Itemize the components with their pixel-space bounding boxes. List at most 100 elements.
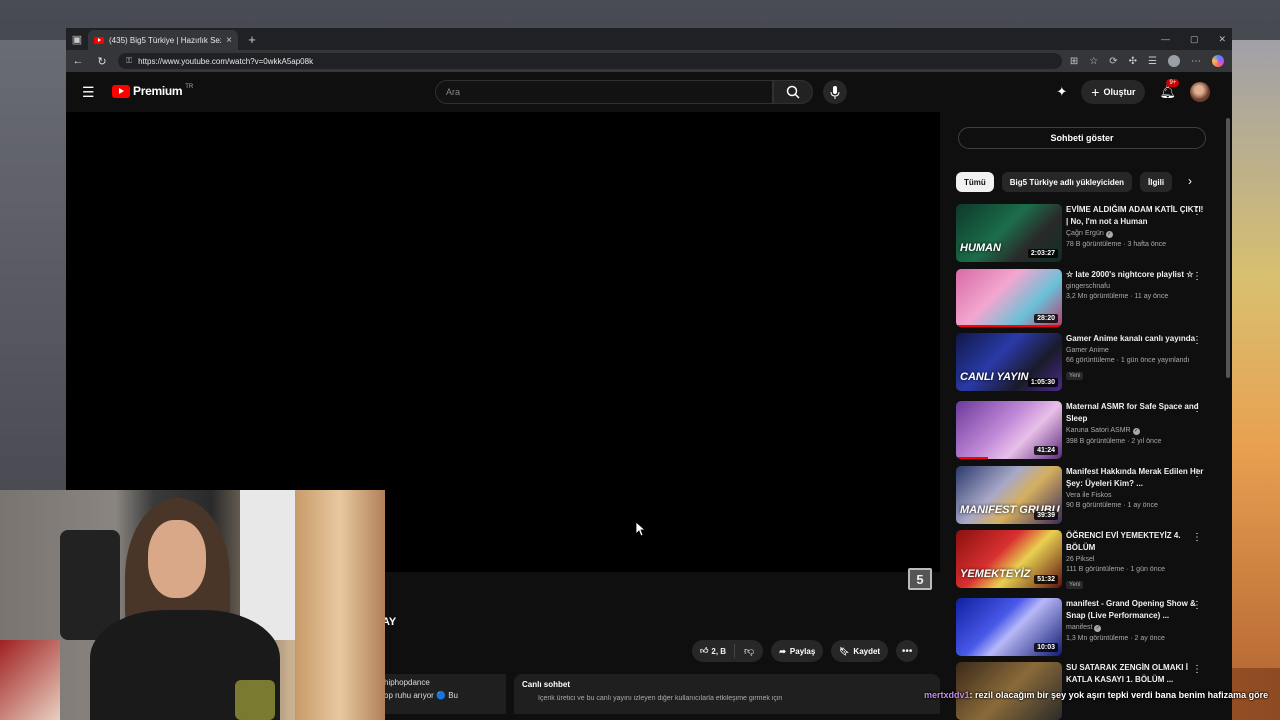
live-chat-panel[interactable]: Canlı sohbet İçerik üretici ve bu canlı … [514, 674, 940, 714]
recommendation-channel[interactable]: Karuna Satori ASMR ✓ [1066, 427, 1204, 435]
recommendation-title[interactable]: ÖĞRENCİ EVİ YEMEKTEYİZ 4. BÖLÜM [1066, 530, 1204, 554]
video-thumbnail[interactable]: HUMAN 2:03:27 [956, 204, 1062, 262]
new-tab-button[interactable]: + [242, 32, 262, 47]
window-controls: — ▢ ✕ [1161, 34, 1232, 45]
thumbnail-text: HUMAN [960, 242, 1001, 254]
more-options-icon[interactable]: ⋮ [1192, 468, 1202, 479]
thumbs-up-icon: 👍︎ [700, 646, 709, 655]
more-options-icon[interactable]: ⋮ [1192, 600, 1202, 611]
recommendation-title[interactable]: Manifest Hakkında Merak Edilen Her Şey: … [1066, 466, 1204, 490]
desktop-left-area [0, 40, 66, 500]
reload-icon[interactable]: ↻ [94, 55, 110, 68]
filter-chips: Tümü Big5 Türkiye adlı yükleyiciden İlgi… [956, 172, 1173, 192]
more-options-icon[interactable]: ⋮ [1192, 664, 1202, 675]
recommendation-info: Gamer Anime kanalı canlı yayında Gamer An… [1066, 333, 1204, 382]
share-button[interactable]: ➦ Paylaş [771, 640, 824, 662]
recommendation-title[interactable]: manifest - Grand Opening Show & Snap (Li… [1066, 598, 1204, 622]
recommendation-meta: 398 B görüntüleme · 2 yıl önce [1066, 438, 1162, 445]
search-button[interactable] [773, 80, 813, 104]
close-window-button[interactable]: ✕ [1218, 34, 1226, 45]
recommendation-title[interactable]: SU SATARAK ZENGİN OLMAKI İ KATLA KASAYI … [1066, 662, 1204, 686]
recommendation-item[interactable]: 41:24 Maternal ASMR for Safe Space and Sl… [956, 401, 1216, 461]
browser-profile-icon[interactable] [1168, 55, 1180, 67]
more-options-icon[interactable]: ⋮ [1192, 532, 1202, 543]
recommendation-item[interactable]: YEMEKTEYİZ 51:32 ÖĞRENCİ EVİ YEMEKTEYİZ 4.… [956, 530, 1216, 590]
recommendation-channel[interactable]: gingerschnafu [1066, 283, 1204, 290]
recommendation-channel[interactable]: Çağrı Ergün ✓ [1066, 230, 1204, 238]
chip-all[interactable]: Tümü [956, 172, 994, 192]
recommendation-item[interactable]: 28:20 ☆ late 2000's nightcore playlist ☆ g… [956, 269, 1216, 329]
video-thumbnail[interactable]: 41:24 [956, 401, 1062, 459]
chevron-right-icon[interactable]: › [1188, 174, 1192, 188]
collections-icon[interactable]: ☰ [1148, 56, 1157, 67]
refresh-extension-icon[interactable]: ⟳ [1109, 56, 1117, 67]
recommendation-item[interactable]: MANIFEST GRUBU 39:39 Manifest Hakkında Mer… [956, 466, 1216, 526]
site-info-icon[interactable]: ⚿ [126, 56, 132, 66]
recommendation-channel[interactable]: 26 Piksel [1066, 556, 1204, 563]
user-avatar[interactable] [1190, 82, 1210, 102]
video-thumbnail[interactable]: MANIFEST GRUBU 39:39 [956, 466, 1062, 524]
back-arrow-icon[interactable]: ← [70, 55, 86, 67]
chip-from-uploader[interactable]: Big5 Türkiye adlı yükleyiciden [1001, 172, 1133, 192]
page-scrollbar[interactable] [1226, 118, 1230, 378]
like-button[interactable]: 👍︎ 2, B [692, 644, 736, 658]
more-options-icon[interactable]: ⋮ [1192, 206, 1202, 217]
channel-name: Gamer Anime [1066, 347, 1109, 354]
create-label: Oluştur [1103, 87, 1136, 97]
tab-active[interactable]: (435) Big5 Türkiye | Hazırlık Sezon × [88, 30, 238, 50]
microphone-icon [830, 85, 840, 99]
recommendation-info: ÖĞRENCİ EVİ YEMEKTEYİZ 4. BÖLÜM 26 Piksel… [1066, 530, 1204, 591]
show-chat-button[interactable]: Sohbeti göster [958, 127, 1206, 149]
recommendation-item[interactable]: HUMAN 2:03:27 EVİME ALDIĞIM ADAM KATİL ÇIK… [956, 204, 1216, 264]
tab-bar: ▣ (435) Big5 Türkiye | Hazırlık Sezon × … [66, 28, 1232, 50]
recommendation-channel[interactable]: manifest ✓ [1066, 624, 1204, 632]
more-options-icon[interactable]: ⋮ [1192, 335, 1202, 346]
favorite-star-icon[interactable]: ☆ [1089, 56, 1098, 67]
url-field[interactable]: ⚿ https://www.youtube.com/watch?v=0wkkA5… [118, 53, 1062, 69]
more-actions-button[interactable]: ••• [896, 640, 919, 662]
video-actions: 👍︎ 2, B 👎︎ ➦ Paylaş 🔖︎ Kaydet ••• [692, 640, 919, 662]
create-button[interactable]: + Oluştur [1081, 80, 1146, 104]
recommendation-item[interactable]: 10:03 manifest - Grand Opening Show & Sna… [956, 598, 1216, 658]
search-input[interactable]: Ara [435, 80, 773, 104]
app-available-icon[interactable]: ⊞ [1070, 56, 1078, 67]
hamburger-menu-icon[interactable]: ☰ [82, 84, 95, 101]
extensions-icon[interactable]: ✣ [1129, 56, 1137, 67]
recommendation-info: manifest - Grand Opening Show & Snap (Li… [1066, 598, 1204, 642]
notifications-bell-icon[interactable]: 🔔︎ 9+ [1159, 79, 1180, 100]
webcam-curtain [295, 490, 385, 720]
description-box[interactable]: hiphopdance op ruhu arıyor 🔵 Bu [366, 674, 506, 714]
recommendation-channel[interactable]: Vera ile Fiskos [1066, 492, 1204, 499]
copilot-icon[interactable] [1212, 55, 1224, 67]
video-thumbnail[interactable]: YEMEKTEYİZ 51:32 [956, 530, 1062, 588]
recommendation-channel[interactable]: Gamer Anime [1066, 347, 1204, 354]
more-options-icon[interactable]: ⋮ [1192, 271, 1202, 282]
duration-badge: 28:20 [1034, 314, 1058, 323]
dislike-button[interactable]: 👎︎ [735, 645, 763, 657]
recommendation-item[interactable]: CANLI YAYIN 1:05:30 Gamer Anime kanalı can… [956, 333, 1216, 393]
logo-text: Premium [133, 84, 183, 98]
video-thumbnail[interactable]: 10:03 [956, 598, 1062, 656]
recommendation-title[interactable]: ☆ late 2000's nightcore playlist ☆ [1066, 269, 1204, 281]
tab-close-icon[interactable]: × [226, 35, 232, 46]
streamer-webcam [0, 490, 385, 720]
chip-related[interactable]: İlgili [1140, 172, 1173, 192]
channel-watermark-icon[interactable]: 5 [908, 568, 932, 590]
maximize-button[interactable]: ▢ [1190, 34, 1199, 45]
minimize-button[interactable]: — [1161, 34, 1170, 45]
save-button[interactable]: 🔖︎ Kaydet [831, 640, 889, 662]
more-dots-icon: ••• [901, 645, 913, 657]
recommendation-title[interactable]: Maternal ASMR for Safe Space and Sleep [1066, 401, 1204, 425]
like-count: 2, B [711, 646, 727, 656]
live-chat-title: Canlı sohbet [522, 680, 571, 689]
tab-actions-icon[interactable]: ▣ [66, 28, 88, 50]
voice-search-button[interactable] [823, 80, 847, 104]
recommendation-title[interactable]: EVİME ALDIĞIM ADAM KATİL ÇIKTI! | No, I'… [1066, 204, 1204, 228]
video-thumbnail[interactable]: 28:20 [956, 269, 1062, 327]
menu-dots-icon[interactable]: ⋯ [1191, 56, 1201, 67]
premium-gift-icon[interactable]: ✦ [1056, 84, 1067, 100]
more-options-icon[interactable]: ⋮ [1192, 403, 1202, 414]
video-thumbnail[interactable]: CANLI YAYIN 1:05:30 [956, 333, 1062, 391]
recommendation-title[interactable]: Gamer Anime kanalı canlı yayında [1066, 333, 1204, 345]
youtube-premium-logo[interactable]: Premium TR [112, 84, 193, 98]
